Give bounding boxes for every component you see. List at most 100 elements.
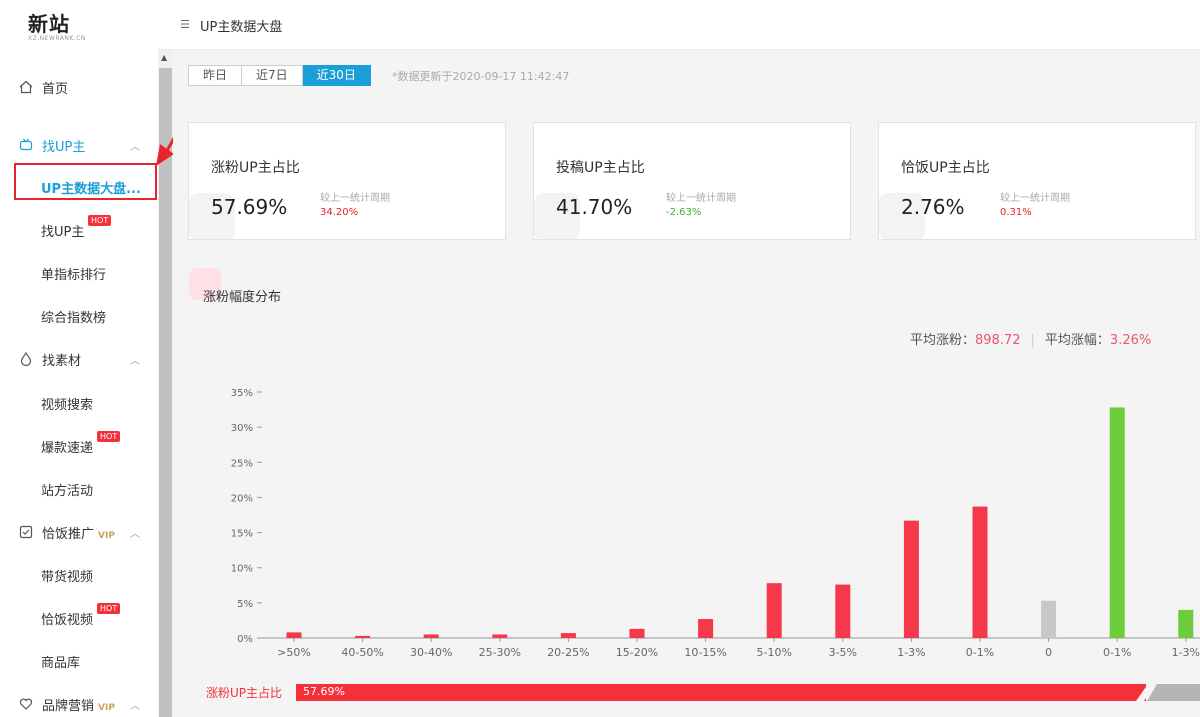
- chart-bar[interactable]: [766, 583, 782, 638]
- chart-bar[interactable]: [1178, 609, 1194, 638]
- average-stats: 平均涨粉：898.72 | 平均涨幅：3.26%: [910, 329, 1151, 348]
- y-tick-label: 5%: [237, 599, 253, 610]
- sidebar-group-brand-marketing[interactable]: 品牌营销 VIP ︿: [0, 686, 158, 717]
- logo-subtext: XZ.NEWRANK.CN: [28, 35, 86, 42]
- tab-yesterday[interactable]: 昨日: [188, 65, 243, 86]
- chart-bar[interactable]: [698, 619, 714, 638]
- stat-card-posting-up: 投稿UP主占比 41.70% 较上一统计周期 -2.63%: [533, 122, 851, 240]
- chart-bar[interactable]: [1109, 407, 1125, 638]
- ratio-progress-bar: 57.69%: [296, 684, 1146, 701]
- sidebar-item-overall-rank[interactable]: 综合指数榜: [0, 297, 158, 333]
- sidebar-group-find-up[interactable]: 找UP主 ︿: [0, 127, 158, 163]
- section-title: 涨粉幅度分布: [203, 290, 282, 305]
- chart-bar[interactable]: [492, 634, 508, 638]
- chart-bar[interactable]: [286, 632, 302, 638]
- logo-text: 新站: [28, 12, 70, 36]
- x-tick-label: >50%: [277, 646, 311, 659]
- sidebar-group-find-material[interactable]: 找素材 ︿: [0, 341, 158, 377]
- chart-bar[interactable]: [355, 635, 371, 638]
- ratio-label: 涨粉UP主占比: [206, 686, 283, 700]
- drop-icon: [18, 351, 34, 367]
- menu-collapse-icon[interactable]: ☰: [180, 18, 190, 31]
- chevron-up-icon: ︿: [130, 355, 140, 367]
- hot-badge: HOT: [88, 215, 112, 226]
- x-tick-label: 5-10%: [756, 646, 791, 659]
- chart-bar[interactable]: [629, 628, 645, 638]
- sidebar-item-video-search[interactable]: 视频搜索: [0, 384, 158, 420]
- fans-growth-distribution-chart: 0% 5% 10% 15% 20% 25% 30% 35% >50% 40-50% 30-40% 25…: [231, 388, 1200, 659]
- sidebar-item-home[interactable]: 首页: [0, 69, 158, 105]
- sidebar-item-label: 带货视频: [41, 570, 94, 585]
- card-value: 57.69%: [211, 195, 288, 219]
- chevron-up-icon: ︿: [130, 141, 140, 153]
- card-value: 2.76%: [901, 195, 965, 219]
- tab-7-days[interactable]: 近7日: [242, 65, 303, 86]
- chart-bar[interactable]: [903, 520, 919, 638]
- card-compare-label: 较上一统计周期: [320, 193, 390, 204]
- chart-bar[interactable]: [423, 634, 439, 638]
- highlight-annotation-box: [14, 163, 157, 200]
- x-tick-label: 15-20%: [616, 646, 658, 659]
- card-title: 涨粉UP主占比: [211, 160, 300, 176]
- chart-bar[interactable]: [1041, 600, 1057, 638]
- sidebar-item-label: 首页: [42, 81, 69, 97]
- y-tick-label: 10%: [231, 564, 253, 575]
- logo[interactable]: 新站 XZ.NEWRANK.CN: [28, 8, 86, 42]
- sidebar-item-label: 恰饭视频: [41, 613, 94, 628]
- sidebar-group-qiafan-promo[interactable]: 恰饭推广 VIP ︿: [0, 514, 158, 550]
- tab-30-days[interactable]: 近30日: [302, 65, 371, 86]
- x-tick-label: 0-1%: [966, 646, 994, 659]
- sidebar-item-goods-library[interactable]: 商品库: [0, 642, 158, 678]
- sidebar-item-goods-video[interactable]: 带货视频: [0, 556, 158, 592]
- card-compare-value: 0.31%: [1000, 207, 1032, 218]
- x-tick-label: 0-1%: [1103, 646, 1131, 659]
- app: 新站 XZ.NEWRANK.CN 首页 找UP主 ︿ UP主数据大盘... 找U…: [0, 0, 1200, 717]
- sidebar-item-label: 找UP主: [41, 225, 85, 240]
- main-content: 昨日 近7日 近30日 *数据更新于2020-09-17 11:42:47 涨粉…: [173, 50, 1200, 717]
- chevron-up-icon: ︿: [130, 528, 140, 540]
- chart-bar[interactable]: [972, 506, 988, 638]
- sidebar-item-label: 商品库: [41, 656, 81, 671]
- period-tabs: 昨日 近7日 近30日: [188, 65, 371, 86]
- stats-divider: |: [1030, 333, 1035, 348]
- card-compare-value: 34.20%: [320, 207, 359, 218]
- heart-icon: [18, 696, 34, 712]
- sidebar-item-label: 视频搜索: [41, 398, 94, 413]
- card-title: 恰饭UP主占比: [901, 160, 990, 176]
- y-tick-label: 15%: [231, 529, 253, 540]
- sidebar-item-label: 单指标排行: [41, 268, 107, 283]
- card-value: 41.70%: [556, 195, 633, 219]
- sidebar-item-site-activity[interactable]: 站方活动: [0, 470, 158, 506]
- sidebar-item-single-rank[interactable]: 单指标排行: [0, 254, 158, 290]
- y-tick-label: 30%: [231, 423, 253, 434]
- sidebar-item-label: 找素材: [42, 353, 82, 369]
- hot-badge: HOT: [97, 431, 121, 442]
- x-tick-label: 40-50%: [341, 646, 383, 659]
- sidebar-item-find-up[interactable]: 找UP主 HOT: [0, 211, 158, 247]
- sidebar-item-label: 找UP主: [42, 139, 86, 155]
- sidebar-item-label: 品牌营销 VIP: [42, 695, 115, 714]
- chart-bar[interactable]: [835, 584, 851, 638]
- sidebar-item-label: 爆款速递: [41, 441, 94, 456]
- card-compare-label: 较上一统计周期: [666, 193, 736, 204]
- checkbox-icon: [18, 524, 34, 540]
- avg-fans-value: 898.72: [975, 333, 1021, 348]
- stat-card-qiafan-up: 恰饭UP主占比 2.76% 较上一统计周期 0.31%: [878, 122, 1196, 240]
- sidebar-item-text: 恰饭推广: [42, 526, 95, 542]
- x-tick-label: 20-25%: [547, 646, 589, 659]
- card-compare-value: -2.63%: [666, 207, 702, 218]
- update-timestamp: *数据更新于2020-09-17 11:42:47: [392, 70, 570, 83]
- y-tick-label: 35%: [231, 388, 253, 399]
- header: ☰ UP主数据大盘: [158, 0, 1200, 50]
- x-tick-label: 30-40%: [410, 646, 452, 659]
- sidebar-item-hot-express[interactable]: 爆款速递 HOT: [0, 427, 158, 463]
- x-tick-label: 3-5%: [829, 646, 857, 659]
- avg-fans-label: 平均涨粉：: [910, 333, 976, 348]
- y-tick-label: 0%: [237, 634, 253, 645]
- chart-bar[interactable]: [560, 633, 576, 638]
- card-compare-label: 较上一统计周期: [1000, 193, 1070, 204]
- home-icon: [18, 79, 34, 95]
- sidebar-item-qiafan-video[interactable]: 恰饭视频 HOT: [0, 599, 158, 635]
- x-tick-label: 1-3%: [897, 646, 925, 659]
- vip-badge: VIP: [98, 702, 115, 713]
